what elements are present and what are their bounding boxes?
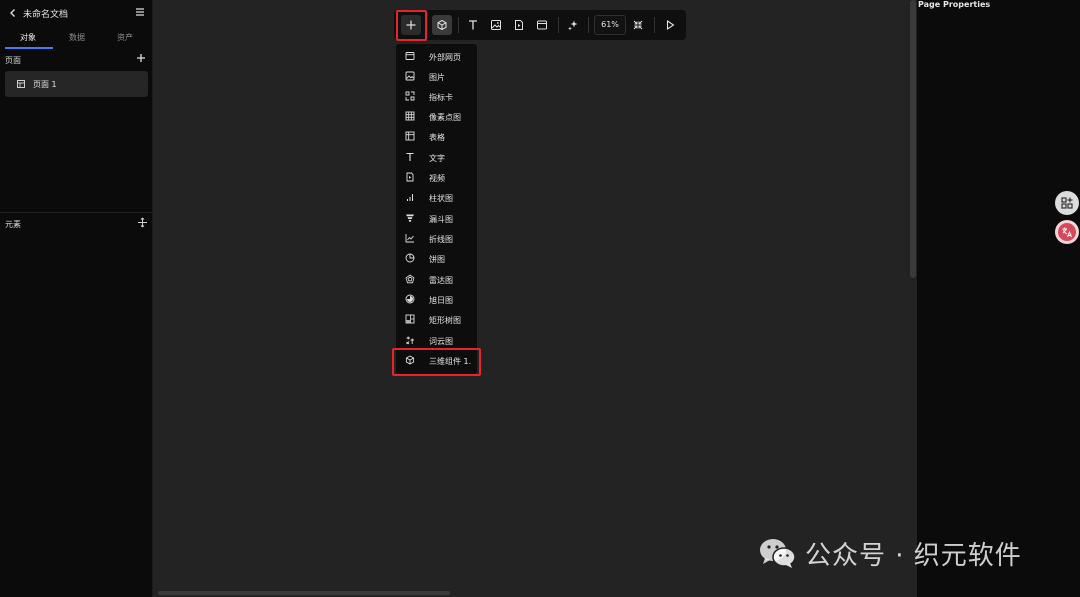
video-button[interactable] [509, 15, 529, 35]
tab-objects[interactable]: 对象 [3, 30, 53, 50]
move-icon [138, 217, 147, 228]
back-button[interactable] [8, 6, 18, 20]
menu-item-sunburst-chart[interactable]: 旭日图 [396, 289, 477, 309]
menu-button[interactable] [135, 7, 145, 17]
metric-card-icon [405, 91, 415, 101]
wechat-logo-icon [760, 539, 796, 568]
add-widget-icon [1061, 197, 1073, 209]
sunburst-icon [405, 294, 415, 304]
image-icon [405, 71, 415, 81]
floating-translate-button[interactable] [1055, 220, 1079, 244]
radar-chart-icon [405, 274, 415, 284]
fit-screen-button[interactable] [628, 15, 648, 35]
pie-chart-icon [405, 253, 415, 263]
text-icon [405, 152, 415, 162]
page-label: 页面 1 [33, 80, 57, 89]
text-icon [469, 20, 477, 30]
insert-menu: 外部网页 图片 指标卡 像素点图 表格 文字 视频 柱状图 漏斗图 折线图 饼图 [396, 44, 477, 374]
image-icon [491, 20, 501, 30]
elements-tool-button[interactable] [137, 217, 148, 228]
line-chart-icon [405, 233, 415, 243]
ai-assist-button[interactable] [563, 15, 583, 35]
video-icon [515, 20, 523, 30]
page-list-item[interactable]: 页面 1 [5, 71, 148, 97]
plus-icon [137, 54, 145, 62]
menu-item-image[interactable]: 图片 [396, 66, 477, 86]
video-icon [405, 172, 415, 182]
tab-data[interactable]: 数据 [52, 30, 102, 50]
menu-item-table[interactable]: 表格 [396, 126, 477, 146]
watermark: 公众号 · 织元软件 [757, 533, 1022, 573]
menu-item-video[interactable]: 视频 [396, 167, 477, 187]
webpage-button[interactable] [532, 15, 552, 35]
tab-assets[interactable]: 资产 [100, 30, 150, 50]
text-button[interactable] [463, 15, 483, 35]
elements-section-label: 元素 [5, 220, 21, 229]
menu-item-webpage[interactable]: 外部网页 [396, 46, 477, 66]
hamburger-icon [136, 8, 144, 16]
bar-chart-icon [405, 192, 415, 202]
watermark-text: 公众号 · 织元软件 [805, 540, 1022, 571]
translate-icon [1058, 223, 1076, 241]
funnel-icon [405, 213, 415, 223]
chevron-left-icon [10, 9, 15, 17]
cube-icon [437, 19, 447, 31]
menu-item-bar-chart[interactable]: 柱状图 [396, 187, 477, 207]
menu-item-pie-chart[interactable]: 饼图 [396, 248, 477, 268]
right-panel: Page Properties [917, 0, 1080, 597]
document-title[interactable]: 未命名文档 [23, 7, 68, 20]
menu-item-radar-chart[interactable]: 雷达图 [396, 269, 477, 289]
preview-button[interactable] [660, 15, 680, 35]
play-icon [666, 19, 675, 31]
cube-icon [405, 355, 415, 365]
plus-icon [406, 20, 416, 30]
fit-screen-icon [633, 20, 643, 30]
toolbar-separator [458, 17, 459, 33]
canvas-vertical-scrollbar[interactable] [910, 0, 916, 278]
right-panel-title: Page Properties [918, 0, 991, 9]
toolbar-separator [588, 17, 589, 33]
pixel-grid-icon [405, 111, 415, 121]
menu-item-3d-component[interactable]: 三维组件 1. [396, 350, 477, 370]
webpage-icon [405, 51, 415, 61]
treemap-icon [405, 314, 415, 324]
add-page-button[interactable] [136, 53, 146, 63]
table-icon [405, 131, 415, 141]
menu-item-text[interactable]: 文字 [396, 147, 477, 167]
left-panel: 未命名文档 对象 数据 资产 页面 页面 1 元素 [0, 0, 153, 597]
toolbar-separator [654, 17, 655, 33]
menu-item-line-chart[interactable]: 折线图 [396, 228, 477, 248]
panel-tabs: 对象 数据 资产 [0, 30, 153, 50]
page-icon [16, 79, 26, 89]
image-button[interactable] [486, 15, 506, 35]
window-icon [537, 20, 547, 30]
canvas-horizontal-scrollbar[interactable] [158, 591, 450, 595]
panel-divider [0, 212, 153, 213]
menu-item-word-cloud[interactable]: 词云图 [396, 330, 477, 350]
toolbar-separator [558, 17, 559, 33]
sparkle-icon [568, 20, 578, 31]
zoom-level[interactable]: 61% [594, 15, 626, 35]
menu-item-metric-card[interactable]: 指标卡 [396, 86, 477, 106]
menu-item-funnel-chart[interactable]: 漏斗图 [396, 208, 477, 228]
menu-item-treemap[interactable]: 矩形树图 [396, 309, 477, 329]
document-header: 未命名文档 [0, 0, 153, 26]
word-cloud-icon [405, 335, 415, 345]
pages-section-label: 页面 [5, 56, 21, 65]
3d-component-button[interactable] [432, 15, 452, 35]
insert-button[interactable] [401, 15, 421, 35]
menu-item-pixel-chart[interactable]: 像素点图 [396, 106, 477, 126]
floating-widget-button[interactable] [1055, 191, 1079, 215]
